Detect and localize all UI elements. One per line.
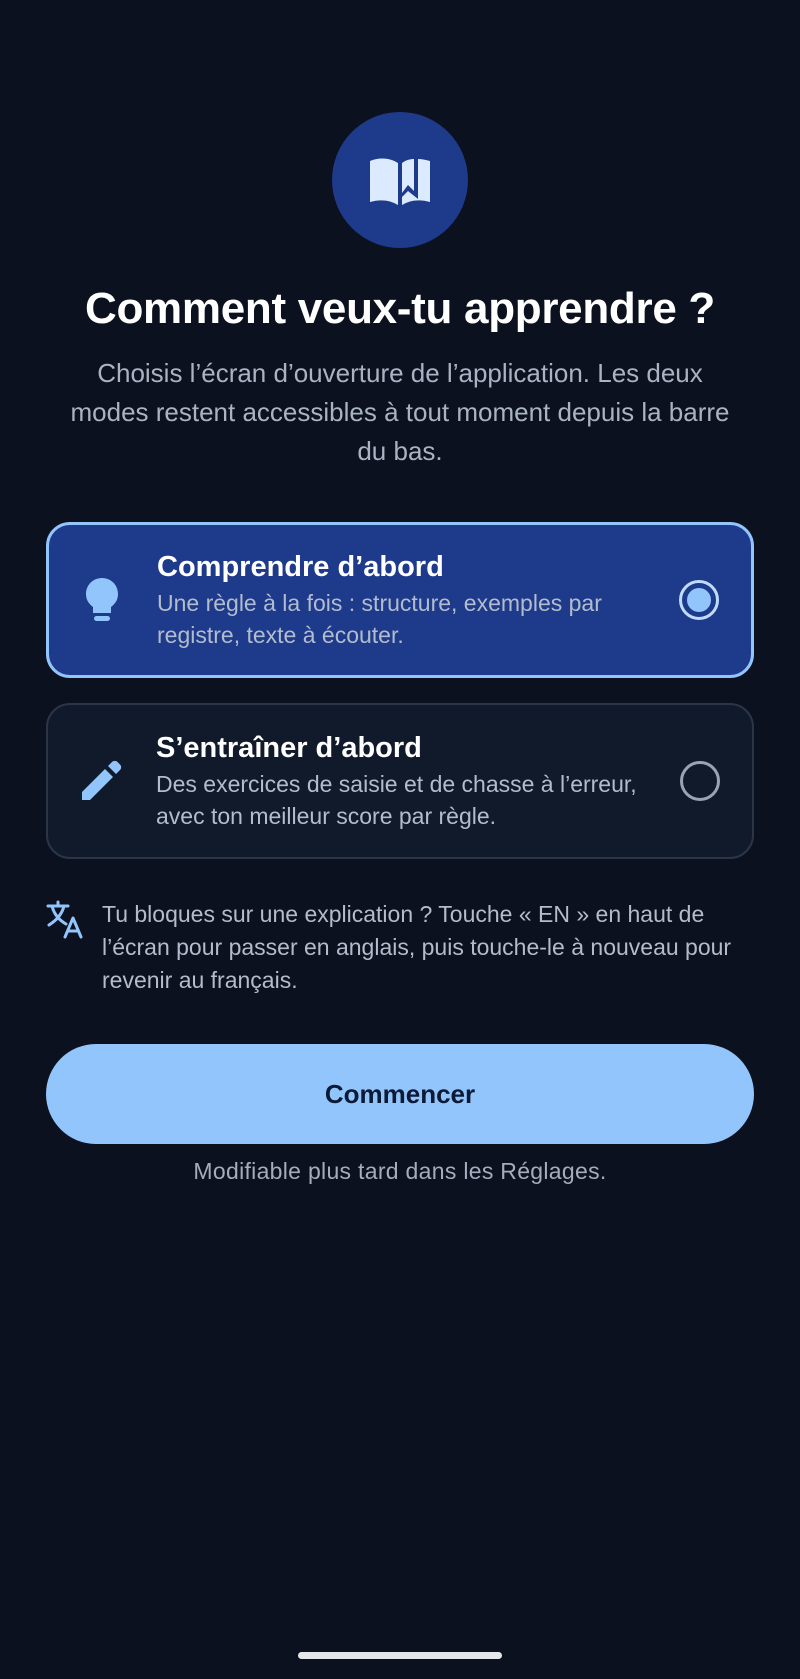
book-open-icon: [370, 158, 430, 205]
page-title: Comment veux-tu apprendre ?: [85, 284, 715, 333]
language-hint: Tu bloques sur une explication ? Touche …: [46, 898, 766, 997]
settings-footnote: Modifiable plus tard dans les Réglages.: [193, 1158, 607, 1184]
option-title: S’entraîner d’abord: [156, 732, 422, 764]
lightbulb-icon: [86, 578, 118, 621]
onboarding-screen: Comment veux-tu apprendre ? Choisis l’éc…: [0, 0, 800, 1679]
translate-icon: [46, 900, 83, 939]
option-comprendre[interactable]: Comprendre d’abord Une règle à la fois :…: [46, 522, 754, 678]
radio-selected[interactable]: [679, 580, 719, 620]
radio-unselected[interactable]: [680, 761, 720, 801]
pencil-icon: [82, 760, 122, 800]
home-indicator[interactable]: [298, 1652, 502, 1659]
hint-text: Tu bloques sur une explication ? Touche …: [102, 901, 732, 993]
option-title: Comprendre d’abord: [157, 551, 444, 583]
start-button[interactable]: Commencer: [46, 1044, 754, 1144]
hero-badge: [332, 112, 468, 248]
page-subtitle: Choisis l’écran d’ouverture de l’applica…: [70, 358, 730, 466]
option-entrainer[interactable]: S’entraîner d’abord Des exercices de sai…: [46, 703, 754, 859]
option-description: Une règle à la fois : structure, exemple…: [157, 590, 602, 648]
option-description: Des exercices de saisie et de chasse à l…: [156, 771, 637, 829]
